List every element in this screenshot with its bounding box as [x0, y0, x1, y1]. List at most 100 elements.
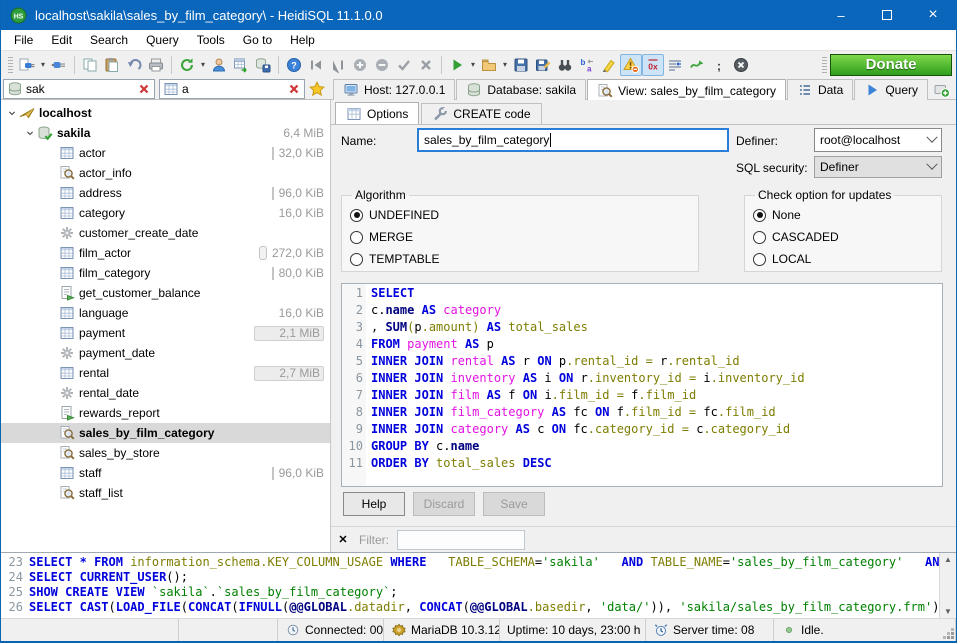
bind-params-button[interactable]	[686, 54, 708, 76]
chevron-expanded-icon[interactable]	[5, 107, 19, 119]
connect-button[interactable]	[16, 54, 38, 76]
menu-help[interactable]: Help	[281, 31, 324, 49]
dropdown-caret-icon[interactable]: ▾	[500, 54, 510, 76]
radio-button-icon[interactable]	[753, 253, 766, 266]
copy-button[interactable]	[79, 54, 101, 76]
tree-item-rental-date[interactable]: rental_date	[1, 383, 330, 403]
save-database-button[interactable]	[252, 54, 274, 76]
highlight-button[interactable]	[598, 54, 620, 76]
tree-item-payment-date[interactable]: payment_date	[1, 343, 330, 363]
check-option-radio-none[interactable]: None	[753, 204, 933, 226]
tree-item-staff-list[interactable]: staff_list	[1, 483, 330, 503]
tree-item-film-actor[interactable]: film_actor272,0 KiB	[1, 243, 330, 263]
favorites-button[interactable]	[305, 78, 329, 100]
scroll-up-icon[interactable]: ▲	[944, 555, 952, 564]
algorithm-radio-merge[interactable]: MERGE	[350, 226, 690, 248]
database-tree[interactable]: localhostsakila6,4 MiBactor32,0 KiBactor…	[1, 100, 331, 552]
radio-button-icon[interactable]	[753, 231, 766, 244]
menu-file[interactable]: File	[5, 31, 42, 49]
view-sql-editor[interactable]: 1234567891011 SELECTc.name AS category, …	[341, 283, 943, 487]
clear-filter-icon[interactable]	[136, 81, 152, 97]
tree-item-film-category[interactable]: film_category80,0 KiB	[1, 263, 330, 283]
tab-host-127-0-0-1[interactable]: Host: 127.0.0.1	[333, 79, 455, 100]
cancel-editing-button[interactable]	[415, 54, 437, 76]
discard-button[interactable]: Discard	[413, 492, 475, 516]
help-button[interactable]: ?	[283, 54, 305, 76]
print-button[interactable]	[145, 54, 167, 76]
close-filter-icon[interactable]: ✕	[331, 533, 355, 546]
database-filter-input[interactable]: sak	[3, 79, 155, 99]
refresh-button[interactable]	[176, 54, 198, 76]
load-sql-file-button[interactable]	[478, 54, 500, 76]
delete-record-button[interactable]	[371, 54, 393, 76]
chevron-expanded-icon[interactable]	[23, 127, 37, 139]
post-changes-button[interactable]	[393, 54, 415, 76]
insert-record-button[interactable]	[349, 54, 371, 76]
tree-item-get-customer-balance[interactable]: get_customer_balance	[1, 283, 330, 303]
tree-item-category[interactable]: category16,0 KiB	[1, 203, 330, 223]
last-record-button[interactable]	[327, 54, 349, 76]
minimize-button[interactable]: –	[818, 0, 864, 30]
replace-button[interactable]: ba	[576, 54, 598, 76]
filter-input[interactable]	[397, 530, 525, 550]
menu-edit[interactable]: Edit	[42, 31, 81, 49]
tree-item-address[interactable]: address96,0 KiB	[1, 183, 330, 203]
tab-data[interactable]: Data	[787, 79, 853, 100]
tree-item-staff[interactable]: staff96,0 KiB	[1, 463, 330, 483]
dropdown-caret-icon[interactable]: ▾	[198, 54, 208, 76]
maximize-button[interactable]	[864, 0, 910, 30]
sql-security-combobox[interactable]: Definer	[814, 156, 942, 178]
tab-options[interactable]: Options	[335, 102, 419, 124]
radio-button-icon[interactable]	[753, 209, 766, 222]
dropdown-caret-icon[interactable]: ▾	[38, 54, 48, 76]
tree-item-rewards-report[interactable]: rewards_report	[1, 403, 330, 423]
menu-go-to[interactable]: Go to	[234, 31, 281, 49]
log-scrollbar[interactable]: ▲ ▼	[939, 553, 956, 618]
radio-button-icon[interactable]	[350, 253, 363, 266]
menu-search[interactable]: Search	[81, 31, 137, 49]
first-record-button[interactable]	[305, 54, 327, 76]
tree-item-actor[interactable]: actor32,0 KiB	[1, 143, 330, 163]
close-button[interactable]: ×	[910, 0, 956, 30]
undo-button[interactable]	[123, 54, 145, 76]
export-database-button[interactable]	[230, 54, 252, 76]
table-filter-input[interactable]: a	[159, 79, 305, 99]
tree-item-sales-by-store[interactable]: sales_by_store	[1, 443, 330, 463]
dropdown-caret-icon[interactable]: ▾	[468, 54, 478, 76]
paste-button[interactable]	[101, 54, 123, 76]
tree-item-customer-create-date[interactable]: customer_create_date	[1, 223, 330, 243]
algorithm-radio-undefined[interactable]: UNDEFINED	[350, 204, 690, 226]
scroll-down-icon[interactable]: ▼	[944, 607, 952, 616]
check-option-radio-cascaded[interactable]: CASCADED	[753, 226, 933, 248]
tab-database-sakila[interactable]: Database: sakila	[456, 79, 586, 100]
run-query-button[interactable]	[446, 54, 468, 76]
save-button[interactable]	[510, 54, 532, 76]
radio-button-icon[interactable]	[350, 209, 363, 222]
save-button[interactable]: Save	[483, 492, 545, 516]
stop-button[interactable]	[730, 54, 752, 76]
tree-item-rental[interactable]: rental2,7 MiB	[1, 363, 330, 383]
tab-view-sales-by-film-category[interactable]: View: sales_by_film_category	[587, 79, 786, 101]
tab-create-code[interactable]: CREATE code	[421, 103, 541, 124]
radio-button-icon[interactable]	[350, 231, 363, 244]
tree-item-actor-info[interactable]: actor_info	[1, 163, 330, 183]
delimiter-button[interactable]: ;	[708, 54, 730, 76]
tree-item-payment[interactable]: payment2,1 MiB	[1, 323, 330, 343]
sql-log-panel[interactable]: 23SELECT * FROM information_schema.KEY_C…	[1, 552, 956, 618]
disconnect-button[interactable]	[48, 54, 70, 76]
menu-query[interactable]: Query	[137, 31, 188, 49]
tree-item-language[interactable]: language16,0 KiB	[1, 303, 330, 323]
donate-button[interactable]: Donate	[830, 54, 952, 76]
algorithm-radio-temptable[interactable]: TEMPTABLE	[350, 248, 690, 270]
hex-view-button[interactable]: 0x	[642, 54, 664, 76]
resize-grip[interactable]	[951, 636, 954, 639]
check-option-radio-local[interactable]: LOCAL	[753, 248, 933, 270]
tree-item-sales-by-film-category[interactable]: sales_by_film_category	[1, 423, 330, 443]
warning-filter-button[interactable]	[620, 54, 642, 76]
help-button[interactable]: Help	[343, 492, 405, 516]
menu-tools[interactable]: Tools	[188, 31, 234, 49]
new-query-tab-button[interactable]	[929, 79, 955, 100]
tab-query[interactable]: Query	[854, 79, 928, 100]
tree-item-sakila[interactable]: sakila6,4 MiB	[1, 123, 330, 143]
tree-item-localhost[interactable]: localhost	[1, 103, 330, 123]
